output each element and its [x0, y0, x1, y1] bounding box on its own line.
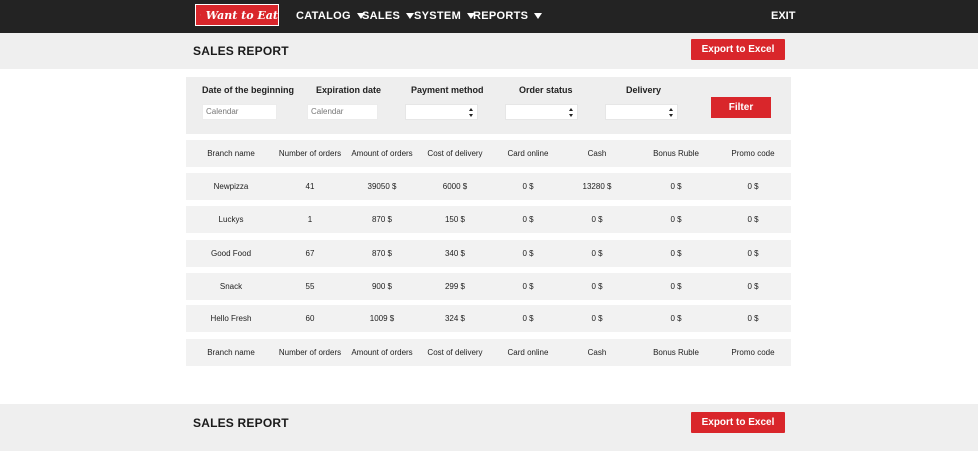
table-cell: 870 $	[371, 215, 393, 224]
select-arrows-icon	[569, 108, 574, 117]
table-cell: 150 $	[444, 215, 466, 224]
delivery-label: Delivery	[626, 85, 662, 95]
table-header-row: Branch name Number of orders Amount of o…	[186, 140, 791, 167]
table-cell: 340 $	[444, 249, 466, 258]
fork-knife-icon	[200, 14, 201, 16]
column-footer: Number of orders	[278, 348, 342, 357]
table-row[interactable]: Snack 55 900 $ 299 $ 0 $ 0 $ 0 $ 0 $	[186, 273, 791, 300]
column-header[interactable]: Number of orders	[274, 140, 346, 167]
table-cell: 13280 $	[582, 182, 612, 191]
table-cell: 324 $	[444, 314, 466, 323]
table-cell: 1	[307, 215, 313, 224]
table-cell: 0 $	[591, 249, 603, 258]
order-status-select[interactable]	[505, 104, 578, 120]
select-arrows-icon	[669, 108, 674, 117]
select-arrows-icon	[469, 108, 474, 117]
column-footer: Bonus Ruble	[653, 348, 699, 357]
table-cell: 0 $	[522, 282, 534, 291]
column-header[interactable]: Cash	[564, 140, 630, 167]
table-cell: 900 $	[371, 282, 393, 291]
filter-button[interactable]: Filter	[711, 97, 771, 118]
table-cell: 0 $	[522, 215, 534, 224]
expiration-date-label: Expiration date	[316, 85, 382, 95]
table-cell: 0 $	[747, 282, 759, 291]
table-cell: 0 $	[522, 249, 534, 258]
table-cell: 6000 $	[442, 182, 468, 191]
payment-method-select[interactable]	[405, 104, 478, 120]
table-cell: Luckys	[218, 215, 244, 224]
table-cell: 0 $	[522, 314, 534, 323]
payment-method-label: Payment method	[411, 85, 484, 95]
filter-panel: Date of the beginning Calendar Expiratio…	[186, 77, 791, 134]
date-begin-input[interactable]: Calendar	[202, 104, 277, 120]
column-footer: Amount of orders	[351, 348, 413, 357]
table-cell: Snack	[219, 282, 243, 291]
nav-sales-label: SALES	[362, 10, 401, 22]
table-row[interactable]: Luckys 1 870 $ 150 $ 0 $ 0 $ 0 $ 0 $	[186, 206, 791, 233]
column-header[interactable]: Card online	[492, 140, 564, 167]
table-cell: 41	[305, 182, 315, 191]
table-cell: 67	[305, 249, 315, 258]
expiration-date-input[interactable]: Calendar	[307, 104, 378, 120]
table-cell: 55	[305, 282, 315, 291]
caret-down-icon	[406, 13, 415, 19]
table-cell: 0 $	[747, 314, 759, 323]
nav-catalog[interactable]: CATALOG	[296, 10, 365, 22]
nav-reports[interactable]: REPORTS	[473, 10, 543, 22]
exit-link[interactable]: EXIT	[771, 10, 795, 22]
table-cell: 0 $	[591, 215, 603, 224]
export-excel-button-bottom[interactable]: Export to Excel	[691, 412, 785, 433]
order-status-label: Order status	[519, 85, 573, 95]
table-cell: Newpizza	[213, 182, 249, 191]
column-header[interactable]: Amount of orders	[346, 140, 418, 167]
report-footer: SALES REPORT Export to Excel	[0, 404, 978, 451]
footer-title: SALES REPORT	[193, 416, 289, 430]
nav-sales[interactable]: SALES	[362, 10, 415, 22]
table-cell: 1009 $	[369, 314, 395, 323]
page-title: SALES REPORT	[193, 44, 289, 58]
caret-down-icon	[534, 13, 543, 19]
column-header[interactable]: Branch name	[186, 140, 276, 167]
date-begin-label: Date of the beginning	[202, 85, 294, 95]
column-header[interactable]: Bonus Ruble	[630, 140, 722, 167]
table-cell: Good Food	[210, 249, 252, 258]
nav-system[interactable]: SYSTEM	[414, 10, 476, 22]
column-header[interactable]: Cost of delivery	[418, 140, 492, 167]
column-footer: Cash	[587, 348, 607, 357]
table-cell: 0 $	[591, 314, 603, 323]
table-cell: 870 $	[371, 249, 393, 258]
table-row[interactable]: Hello Fresh 60 1009 $ 324 $ 0 $ 0 $ 0 $ …	[186, 305, 791, 332]
column-footer: Card online	[507, 348, 549, 357]
table-cell: 0 $	[522, 182, 534, 191]
top-navbar: Want to Eat CATALOG SALES SYSTEM REPORTS…	[0, 0, 978, 33]
column-footer: Cost of delivery	[427, 348, 483, 357]
delivery-select[interactable]	[605, 104, 678, 120]
table-cell: 0 $	[670, 314, 682, 323]
table-row[interactable]: Newpizza 41 39050 $ 6000 $ 0 $ 13280 $ 0…	[186, 173, 791, 200]
table-cell: 0 $	[591, 282, 603, 291]
nav-system-label: SYSTEM	[414, 10, 462, 22]
column-footer: Promo code	[731, 348, 775, 357]
column-header[interactable]: Promo code	[722, 140, 784, 167]
column-footer: Branch name	[207, 348, 255, 357]
export-excel-button[interactable]: Export to Excel	[691, 39, 785, 60]
brand-logo[interactable]: Want to Eat	[195, 4, 279, 26]
table-cell: 299 $	[444, 282, 466, 291]
logo-text: Want to Eat	[205, 8, 278, 22]
table-cell: 0 $	[747, 182, 759, 191]
table-row[interactable]: Good Food 67 870 $ 340 $ 0 $ 0 $ 0 $ 0 $	[186, 240, 791, 267]
table-cell: 39050 $	[367, 182, 397, 191]
table-cell: 0 $	[670, 182, 682, 191]
table-cell: 0 $	[747, 249, 759, 258]
table-cell: 0 $	[670, 282, 682, 291]
table-cell: 0 $	[670, 215, 682, 224]
report-header: SALES REPORT Export to Excel	[0, 33, 978, 69]
table-footer-row: Branch name Number of orders Amount of o…	[186, 339, 791, 366]
table-cell: 0 $	[670, 249, 682, 258]
table-cell: 0 $	[747, 215, 759, 224]
table-cell: 60	[305, 314, 315, 323]
nav-catalog-label: CATALOG	[296, 10, 351, 22]
table-cell: Hello Fresh	[210, 314, 252, 323]
nav-reports-label: REPORTS	[473, 10, 529, 22]
